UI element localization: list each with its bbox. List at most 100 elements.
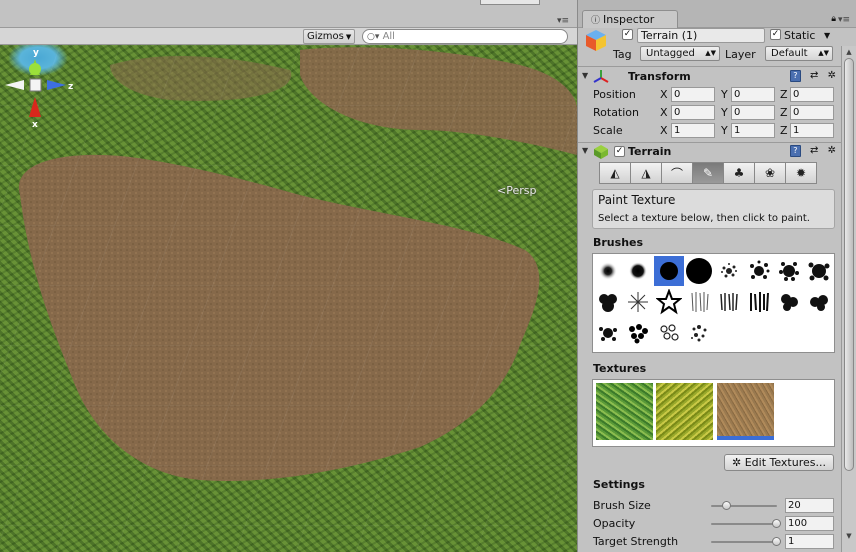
gizmo-x-label: x xyxy=(32,120,38,130)
paint-texture-tool-button[interactable]: ✎ xyxy=(692,162,724,184)
gear-icon[interactable]: ✲ xyxy=(828,145,836,156)
help-book-icon[interactable]: ? xyxy=(789,145,801,157)
brush-item[interactable] xyxy=(623,256,653,286)
brush-item[interactable] xyxy=(593,287,623,317)
brush-item[interactable] xyxy=(684,318,714,348)
scene-view: ▾≡ Gizmos ▼ ○▾ All y z x <Persp xyxy=(0,0,577,552)
brush-item[interactable] xyxy=(744,256,774,286)
brush-item[interactable] xyxy=(714,256,744,286)
preset-icon[interactable]: ⇄ xyxy=(810,70,818,81)
brush-item[interactable] xyxy=(654,318,684,348)
edit-textures-button[interactable]: ✲ Edit Textures... xyxy=(724,454,834,471)
gizmos-dropdown[interactable]: Gizmos ▼ xyxy=(303,29,355,44)
x-axis-label: X xyxy=(660,106,668,119)
tag-value: Untagged xyxy=(646,48,695,59)
brush-size-slider-track[interactable] xyxy=(711,505,777,507)
brush-item[interactable] xyxy=(804,287,834,317)
smooth-height-tool-button[interactable]: ⌒ xyxy=(661,162,693,184)
terrain-render xyxy=(0,45,577,552)
opacity-slider-thumb[interactable] xyxy=(771,519,781,528)
tag-dropdown[interactable]: Untagged ▲▼ xyxy=(640,46,720,61)
brush-item[interactable] xyxy=(684,256,714,286)
terrain-header[interactable]: ▼ ✓ Terrain ? ⇄ ✲ xyxy=(578,143,842,161)
brush-item[interactable] xyxy=(804,256,834,286)
terrain-icon xyxy=(594,145,608,159)
brush-item[interactable] xyxy=(714,287,744,317)
brush-item[interactable] xyxy=(744,287,774,317)
brush-item[interactable] xyxy=(593,256,623,286)
edit-textures-label: Edit Textures... xyxy=(744,456,826,469)
static-checkbox[interactable]: ✓ xyxy=(770,29,781,40)
scale-z-field[interactable]: 1 xyxy=(790,123,834,138)
foldout-open-icon[interactable]: ▼ xyxy=(582,71,588,80)
lock-icon[interactable]: 🔒︎ xyxy=(831,14,836,24)
help-text: Select a texture below, then click to pa… xyxy=(598,213,810,224)
brush-size-slider-thumb[interactable] xyxy=(722,501,731,510)
x-axis-label: X xyxy=(660,124,668,137)
scene-toolbar: Gizmos ▼ ○▾ All xyxy=(0,28,577,45)
active-checkbox[interactable]: ✓ xyxy=(622,29,633,40)
target-strength-row: Target Strength 1 xyxy=(578,533,842,551)
gear-icon[interactable]: ✲ xyxy=(828,70,836,81)
paint-details-tool-button[interactable]: ❀ xyxy=(754,162,786,184)
position-x-field[interactable]: 0 xyxy=(671,87,715,102)
scene-menu-icon[interactable]: ▾≡ xyxy=(557,16,569,26)
brush-item[interactable] xyxy=(654,287,684,317)
transform-icon xyxy=(593,70,609,83)
projection-toggle[interactable]: <Persp xyxy=(497,184,536,197)
brush-item-selected[interactable] xyxy=(654,256,684,286)
inspector-scrollbar[interactable]: ▲ ▼ xyxy=(841,46,856,552)
gear-icon: ✲ xyxy=(731,456,742,469)
inspector-menu-icon[interactable]: ▾≡ xyxy=(838,15,850,25)
scene-viewport[interactable]: y z x <Persp xyxy=(0,45,577,552)
foldout-open-icon[interactable]: ▼ xyxy=(582,146,588,155)
scene-search-input[interactable]: ○▾ All xyxy=(362,29,568,44)
rotation-x-field[interactable]: 0 xyxy=(671,105,715,120)
brush-item[interactable] xyxy=(623,318,653,348)
target-strength-slider-track[interactable] xyxy=(711,541,777,543)
preset-icon[interactable]: ⇄ xyxy=(810,145,818,156)
rotation-row: Rotation X 0 Y 0 Z 0 xyxy=(578,104,842,122)
terrain-enabled-checkbox[interactable]: ✓ xyxy=(614,146,625,157)
opacity-label: Opacity xyxy=(593,517,636,530)
tab-inspector[interactable]: ⓘ Inspector xyxy=(582,10,678,28)
orientation-gizmo[interactable]: y z x xyxy=(0,45,80,150)
z-axis-label: Z xyxy=(780,88,788,101)
opacity-slider-track[interactable] xyxy=(711,523,777,525)
dirt-texture-thumbnail-selected[interactable] xyxy=(717,383,774,440)
scrollbar-thumb[interactable] xyxy=(844,58,854,471)
scroll-up-icon[interactable]: ▲ xyxy=(842,46,856,58)
brush-item[interactable] xyxy=(623,287,653,317)
scale-row: Scale X 1 Y 1 Z 1 xyxy=(578,122,842,140)
brush-item[interactable] xyxy=(774,287,804,317)
brush-item[interactable] xyxy=(774,256,804,286)
paint-brush-icon: ✎ xyxy=(702,166,714,180)
opacity-row: Opacity 100 xyxy=(578,515,842,533)
brush-item[interactable] xyxy=(684,287,714,317)
position-z-field[interactable]: 0 xyxy=(790,87,834,102)
place-trees-tool-button[interactable]: ♣ xyxy=(723,162,755,184)
transform-header[interactable]: ▼ Transform ? ⇄ ✲ xyxy=(578,68,842,86)
brush-item[interactable] xyxy=(593,318,623,348)
static-dropdown-icon[interactable]: ▼ xyxy=(824,28,830,43)
yellow-grass-texture-thumbnail[interactable] xyxy=(656,383,713,440)
scale-y-field[interactable]: 1 xyxy=(731,123,775,138)
scroll-down-icon[interactable]: ▼ xyxy=(842,530,856,542)
layer-dropdown[interactable]: Default ▲▼ xyxy=(765,46,833,61)
grass-texture-thumbnail[interactable] xyxy=(596,383,653,440)
scale-x-field[interactable]: 1 xyxy=(671,123,715,138)
paint-height-tool-button[interactable]: ◮ xyxy=(630,162,662,184)
target-strength-field[interactable]: 1 xyxy=(785,534,834,549)
terrain-settings-tool-button[interactable]: ✹ xyxy=(785,162,817,184)
rotation-y-field[interactable]: 0 xyxy=(731,105,775,120)
help-book-icon[interactable]: ? xyxy=(789,70,801,82)
updown-icon: ▲▼ xyxy=(818,49,829,57)
raise-lower-tool-button[interactable]: ◭ xyxy=(599,162,631,184)
opacity-field[interactable]: 100 xyxy=(785,516,834,531)
divider xyxy=(578,66,842,67)
target-strength-slider-thumb[interactable] xyxy=(771,537,781,546)
rotation-z-field[interactable]: 0 xyxy=(790,105,834,120)
brush-size-field[interactable]: 20 xyxy=(785,498,834,513)
object-name-field[interactable]: Terrain (1) xyxy=(637,28,765,43)
position-y-field[interactable]: 0 xyxy=(731,87,775,102)
